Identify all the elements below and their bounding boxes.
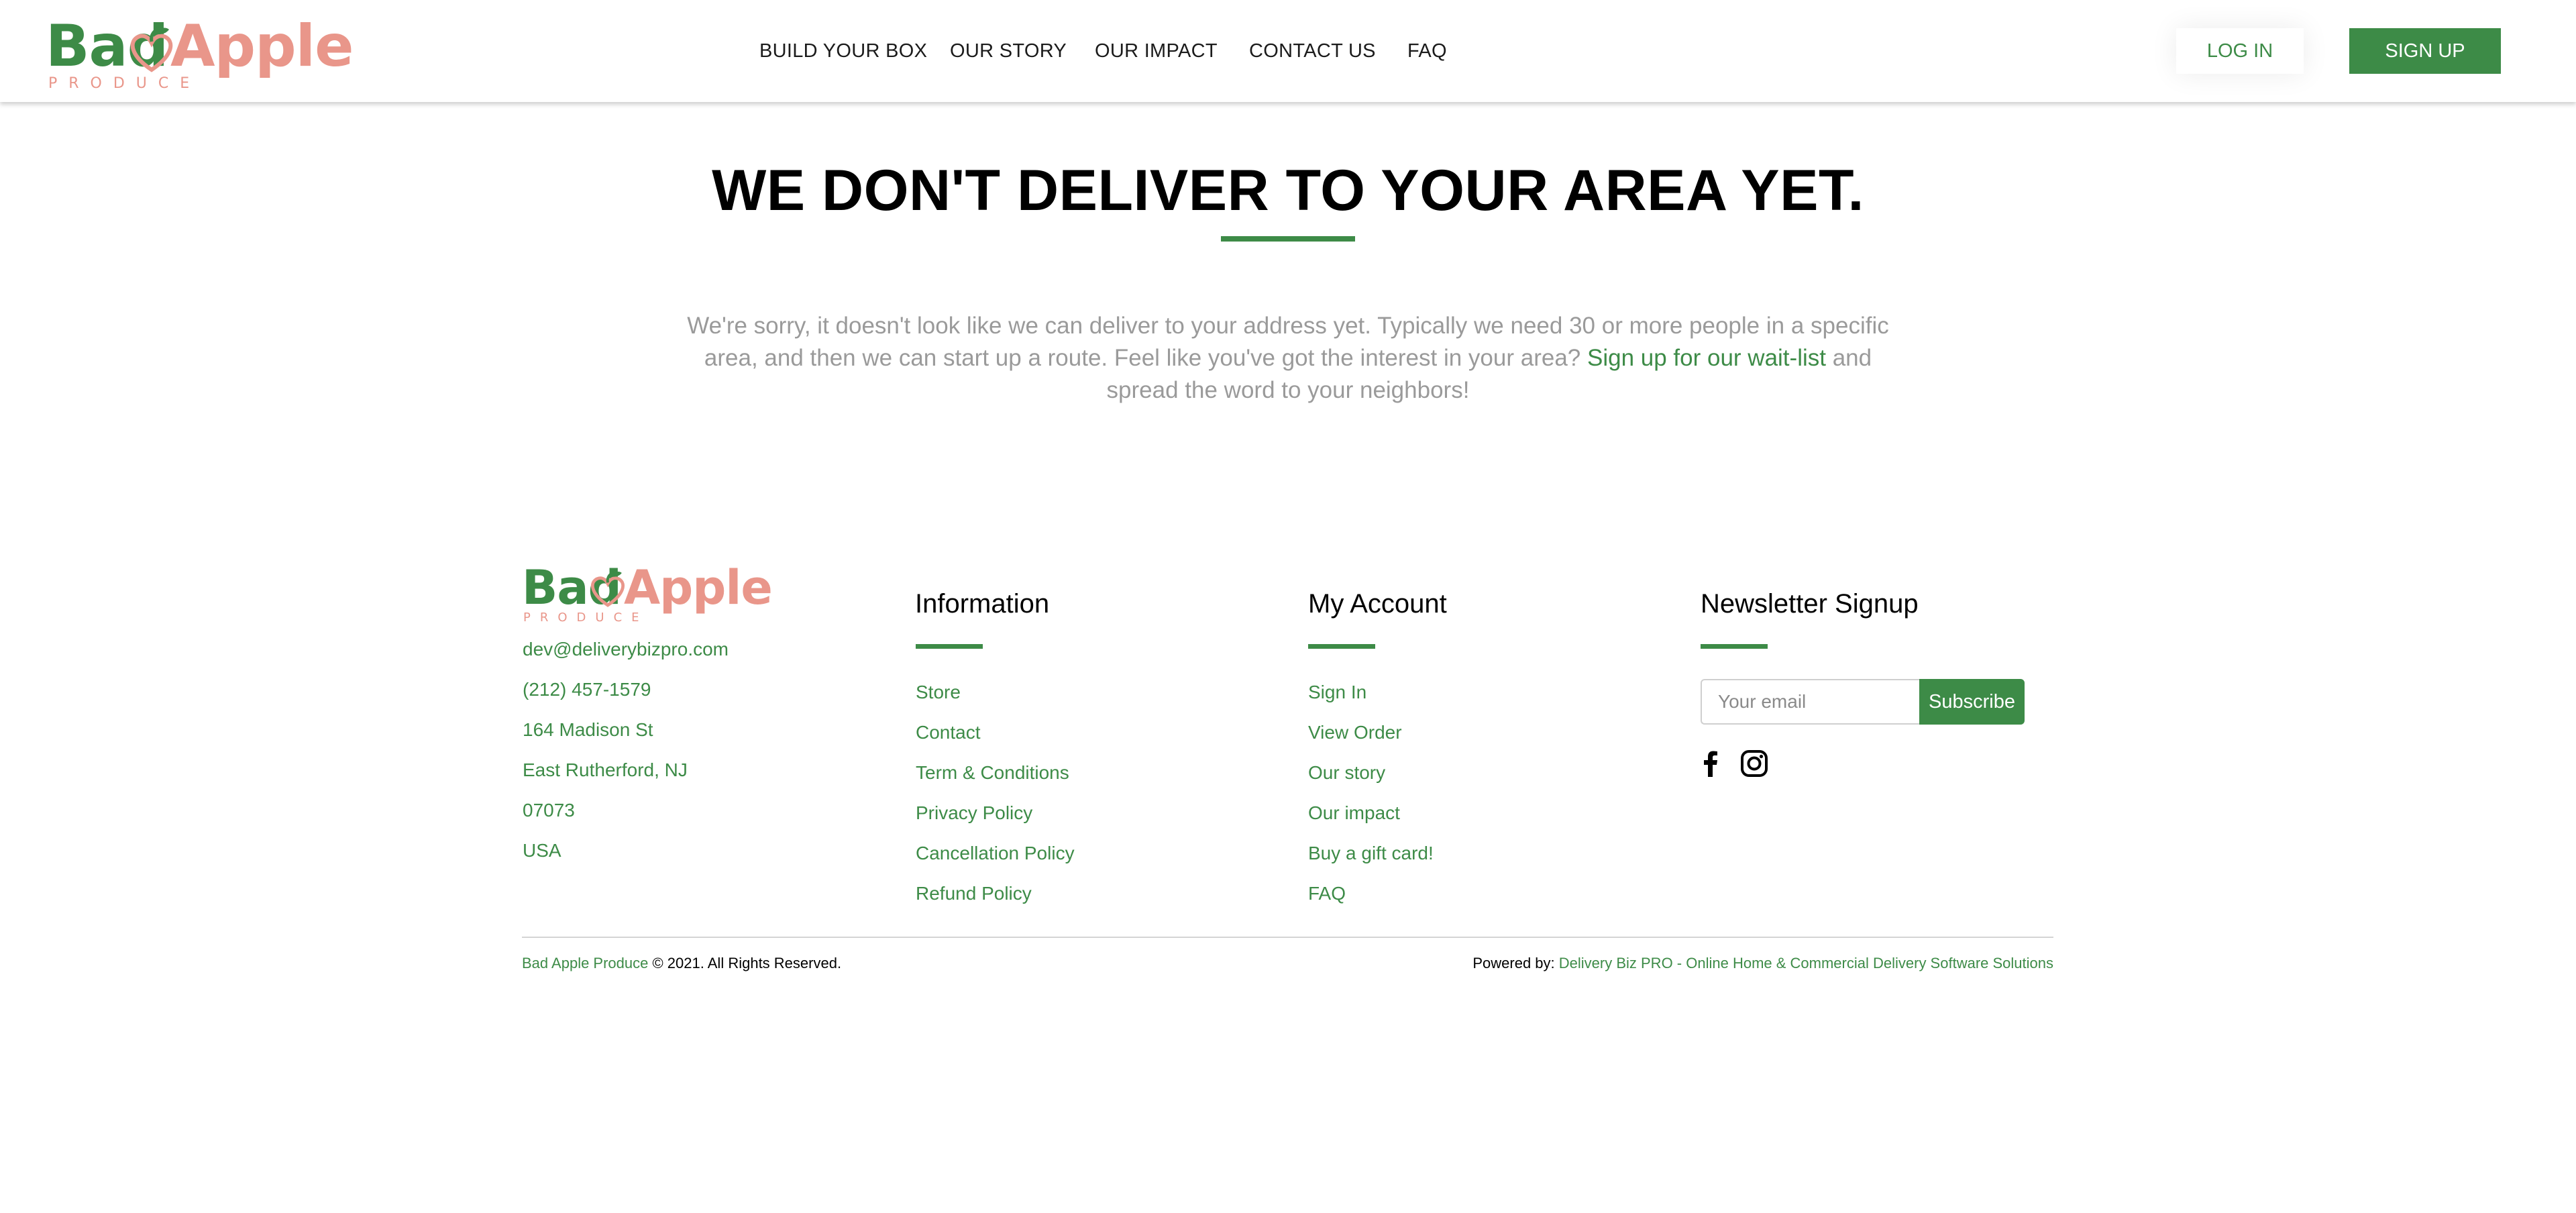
footer-link-view-order[interactable]: View Order [1308, 721, 1402, 745]
nav-our-story[interactable]: OUR STORY [950, 38, 1067, 64]
logo-tagline: PRODUCE [523, 611, 649, 625]
newsletter-heading-bar [1701, 644, 1768, 649]
newsletter-email-input[interactable] [1701, 679, 1921, 725]
page-title: WE DON'T DELIVER TO YOUR AREA YET. [712, 158, 1864, 223]
contact-zip: 07073 [523, 800, 575, 821]
copyright-text: © 2021. All Rights Reserved. [648, 955, 842, 971]
title-underline [1221, 236, 1355, 242]
footer-logo[interactable]: Bad Apple PRODUCE [522, 562, 773, 625]
powered-by-label: Powered by: [1472, 955, 1559, 971]
footer-link-terms[interactable]: Term & Conditions [916, 761, 1069, 785]
information-heading-bar [916, 644, 983, 649]
instagram-icon[interactable] [1739, 749, 1769, 778]
footer-link-cancellation-policy[interactable]: Cancellation Policy [916, 841, 1075, 865]
powered-by-link[interactable]: Delivery Biz PRO - Online Home & Commerc… [1559, 955, 2053, 971]
logo-word-apple: Apple [624, 560, 773, 615]
nav-our-impact[interactable]: OUR IMPACT [1095, 38, 1218, 64]
footer-link-sign-in[interactable]: Sign In [1308, 680, 1366, 704]
contact-phone[interactable]: (212) 457-1579 [523, 678, 651, 702]
footer-link-refund-policy[interactable]: Refund Policy [916, 882, 1032, 906]
my-account-heading-bar [1308, 644, 1375, 649]
nav-faq[interactable]: FAQ [1407, 38, 1447, 64]
contact-city-state: East Rutherford, NJ [523, 759, 688, 780]
copyright: Bad Apple Produce © 2021. All Rights Res… [522, 953, 841, 974]
information-heading: Information [915, 589, 1050, 619]
waitlist-link[interactable]: Sign up for our wait-list [1587, 345, 1826, 371]
contact-street: 164 Madison St [523, 719, 653, 740]
footer-link-our-story[interactable]: Our story [1308, 761, 1385, 785]
nav-contact-us[interactable]: CONTACT US [1249, 38, 1376, 64]
login-button[interactable]: LOG IN [2176, 28, 2304, 74]
apple-heart-icon [591, 570, 625, 607]
footer-link-store[interactable]: Store [916, 680, 961, 704]
my-account-heading: My Account [1308, 589, 1447, 619]
nav-build-your-box[interactable]: BUILD YOUR BOX [759, 38, 927, 64]
powered-by: Powered by: Delivery Biz PRO - Online Ho… [1472, 953, 2053, 974]
logo-tagline: PRODUCE [48, 75, 201, 92]
footer-link-faq[interactable]: FAQ [1308, 882, 1346, 906]
footer-link-our-impact[interactable]: Our impact [1308, 801, 1400, 825]
newsletter-heading: Newsletter Signup [1701, 589, 1919, 619]
footer-link-privacy-policy[interactable]: Privacy Policy [916, 801, 1032, 825]
facebook-icon[interactable] [1696, 749, 1725, 778]
brand-logo[interactable]: Bad Apple PRODUCE [46, 16, 354, 92]
contact-email[interactable]: dev@deliverybizpro.com [523, 637, 729, 662]
signup-button[interactable]: SIGN UP [2349, 28, 2501, 74]
logo-word-apple: Apple [170, 13, 354, 80]
no-delivery-message: We're sorry, it doesn't look like we can… [671, 310, 1905, 407]
footer-link-gift-card[interactable]: Buy a gift card! [1308, 841, 1434, 865]
site-header: Bad Apple PRODUCE BUILD YOUR BOX OUR STO… [0, 0, 2576, 102]
subscribe-button[interactable]: Subscribe [1919, 679, 2025, 725]
contact-country: USA [523, 840, 561, 861]
footer-divider [522, 937, 2053, 938]
footer-link-contact[interactable]: Contact [916, 721, 981, 745]
copyright-brand-link[interactable]: Bad Apple Produce [522, 955, 648, 971]
